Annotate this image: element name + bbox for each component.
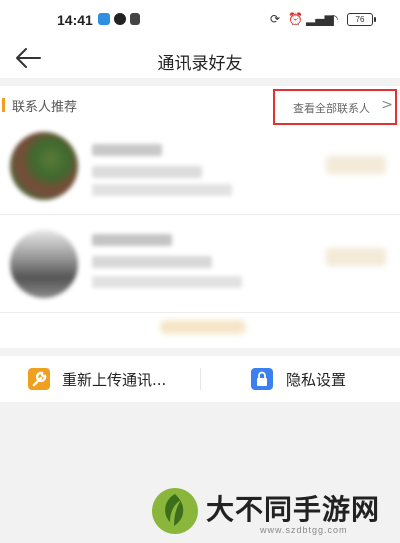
contact-row[interactable] xyxy=(0,224,400,304)
contact-actions-bar: 重新上传通讯... 隐私设置 xyxy=(0,356,400,402)
contact-info-placeholder xyxy=(92,256,212,268)
section-header: 联系人推荐 查看全部联系人 > xyxy=(0,86,400,125)
privacy-settings-label: 隐私设置 xyxy=(286,371,347,389)
add-friend-button[interactable] xyxy=(326,248,386,266)
divider xyxy=(0,214,400,215)
alarm-icon: ⏰ xyxy=(288,12,303,26)
title-bar: 通讯录好友 xyxy=(0,40,400,78)
avatar xyxy=(10,132,78,200)
section-title: 联系人推荐 xyxy=(12,100,78,115)
watermark-text: 大不同手游网 xyxy=(206,493,381,526)
reupload-contacts-label: 重新上传通讯... xyxy=(62,371,167,389)
contact-name-placeholder xyxy=(92,234,172,246)
view-all-contacts-link[interactable]: 查看全部联系人 > xyxy=(273,89,397,125)
avatar xyxy=(10,230,78,298)
contact-recommend-section: 联系人推荐 查看全部联系人 > xyxy=(0,86,400,348)
page-title: 通讯录好友 xyxy=(157,54,243,74)
sim-icon xyxy=(130,13,140,25)
divider xyxy=(0,312,400,313)
contact-info-placeholder xyxy=(92,184,232,196)
add-friend-button[interactable] xyxy=(326,156,386,174)
contact-info-placeholder xyxy=(92,166,202,178)
wrench-icon xyxy=(28,368,50,390)
sync-icon: ⟳ xyxy=(270,12,281,26)
watermark: 大不同手游网 www.szdbtgg.com xyxy=(150,484,400,543)
app-icon xyxy=(114,13,126,25)
notification-icon xyxy=(98,13,110,25)
lock-icon xyxy=(251,368,273,390)
status-bar: 14:41 ⟳ ⏰ ▂▄▆ ◠ 76 xyxy=(0,0,400,40)
load-more-link[interactable] xyxy=(160,320,246,334)
reupload-contacts-button[interactable]: 重新上传通讯... xyxy=(0,356,200,402)
section-accent-bar xyxy=(2,98,5,112)
view-all-label: 查看全部联系人 xyxy=(293,102,370,115)
wifi-icon: ◠ xyxy=(328,12,339,26)
status-time: 14:41 xyxy=(57,12,93,28)
contact-name-placeholder xyxy=(92,144,162,156)
contact-info-placeholder xyxy=(92,276,242,288)
watermark-logo-icon xyxy=(150,486,200,536)
contact-row[interactable] xyxy=(0,126,400,206)
chevron-right-icon: > xyxy=(381,97,393,113)
privacy-settings-button[interactable]: 隐私设置 xyxy=(201,356,400,402)
battery-icon: 76 xyxy=(347,13,376,26)
watermark-url: www.szdbtgg.com xyxy=(260,525,348,535)
